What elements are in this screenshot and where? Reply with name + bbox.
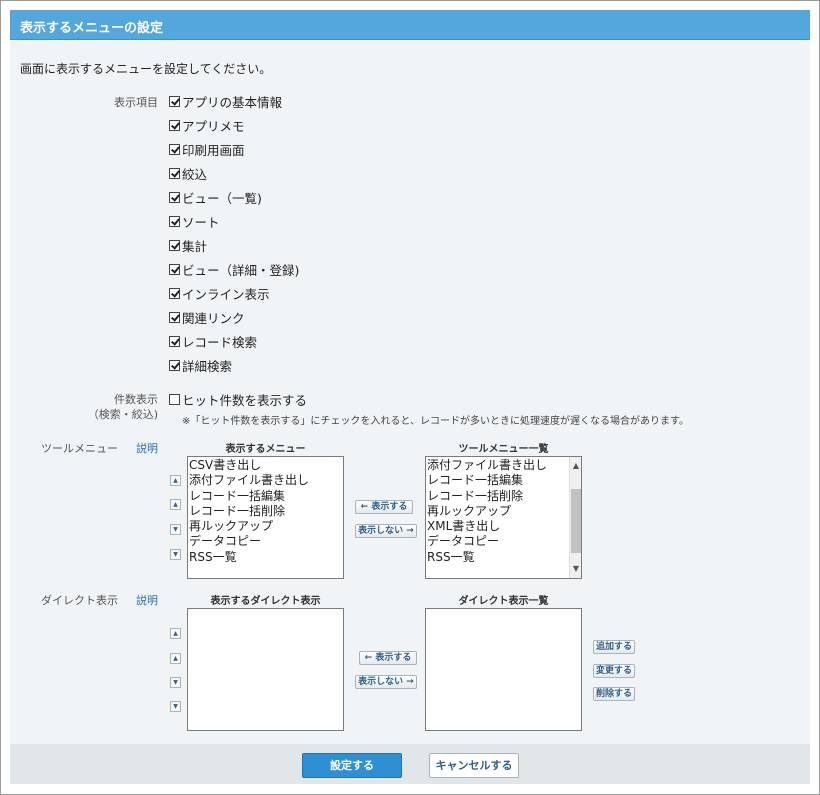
move-top-button[interactable]: ▲ <box>170 475 181 486</box>
display-item-checkbox[interactable] <box>169 287 180 299</box>
display-items-label: 表示項目 <box>114 96 158 109</box>
display-item-label: インライン表示 <box>182 286 270 302</box>
list-option[interactable]: RSS一覧 <box>189 550 342 565</box>
scroll-up-icon[interactable]: ▲ <box>570 459 581 473</box>
display-item-row[interactable]: 印刷用画面 <box>169 139 245 159</box>
tool-menu-available-listbox[interactable]: ▲ ▼ 添付ファイル書き出し レコード一括編集 レコード一括削除 再ルックアップ XML… <box>425 456 582 579</box>
tool-show-button[interactable]: ← 表示する <box>355 500 413 514</box>
move-down-button[interactable]: ▼ <box>170 524 181 535</box>
page-title: 表示するメニューの設定 <box>10 10 810 40</box>
direct-move-top-button[interactable]: ▲ <box>170 628 181 639</box>
display-item-row[interactable]: インライン表示 <box>169 283 270 303</box>
tool-menu-selected-listbox[interactable]: CSV書き出し 添付ファイル書き出し レコード一括編集 レコード一括削除 再ルックアップ… <box>187 456 344 579</box>
hit-count-checkbox[interactable] <box>169 393 180 405</box>
cancel-button[interactable]: キャンセルする <box>429 753 519 778</box>
display-item-label: レコード検索 <box>182 334 258 350</box>
tool-menu-available-title: ツールメニュー一覧 <box>458 444 549 455</box>
display-item-label: ビュー（詳細・登録) <box>182 262 300 278</box>
hit-count-checkbox-row[interactable]: ヒット件数を表示する <box>169 389 307 409</box>
settings-panel: 表示するメニューの設定 画面に表示するメニューを設定してください。 表示項目 ア… <box>10 10 810 784</box>
display-item-checkbox[interactable] <box>169 359 180 371</box>
display-item-label: アプリメモ <box>182 118 245 134</box>
tool-menu-label: ツールメニュー <box>41 442 118 455</box>
display-item-label: 詳細検索 <box>182 358 233 374</box>
list-option[interactable]: 添付ファイル書き出し <box>427 458 580 473</box>
list-option[interactable]: レコード一括編集 <box>189 489 342 504</box>
list-option[interactable]: CSV書き出し <box>189 458 342 473</box>
tool-menu-help-link[interactable]: 説明 <box>136 440 158 456</box>
display-item-checkbox[interactable] <box>169 119 180 131</box>
tool-menu-selected-title: 表示するメニュー <box>225 444 306 455</box>
scroll-down-icon[interactable]: ▼ <box>570 562 581 576</box>
hit-count-note: ※「ヒット件数を表示する」にチェックを入れると、レコードが多いときに処理速度が遅… <box>182 416 689 427</box>
display-item-row[interactable]: アプリメモ <box>169 115 245 135</box>
display-item-label: 印刷用画面 <box>182 142 245 158</box>
direct-display-label: ダイレクト表示 <box>41 594 118 607</box>
display-item-row[interactable]: 絞込 <box>169 163 207 183</box>
list-option[interactable]: 再ルックアップ <box>427 504 580 519</box>
display-item-checkbox[interactable] <box>169 95 180 107</box>
list-option[interactable]: 再ルックアップ <box>189 519 342 534</box>
display-item-checkbox[interactable] <box>169 263 180 275</box>
direct-move-up-button[interactable]: ▲ <box>170 653 181 664</box>
add-button[interactable]: 追加する <box>593 640 635 654</box>
move-bottom-button[interactable]: ▼ <box>170 549 181 560</box>
tool-hide-button[interactable]: 表示しない → <box>355 524 417 538</box>
list-option[interactable]: 添付ファイル書き出し <box>189 473 342 488</box>
list-option[interactable]: データコピー <box>427 534 580 549</box>
display-item-label: ソート <box>182 214 220 230</box>
direct-selected-listbox[interactable] <box>187 608 344 731</box>
display-item-row[interactable]: レコード検索 <box>169 331 257 351</box>
display-item-label: 絞込 <box>182 166 208 182</box>
submit-button[interactable]: 設定する <box>302 753 402 778</box>
direct-available-title: ダイレクト表示一覧 <box>458 596 549 607</box>
list-option[interactable]: レコード一括削除 <box>189 504 342 519</box>
display-item-checkbox[interactable] <box>169 143 180 155</box>
direct-display-help-link[interactable]: 説明 <box>136 592 158 608</box>
display-item-checkbox[interactable] <box>169 167 180 179</box>
direct-available-listbox[interactable] <box>425 608 582 731</box>
display-item-checkbox[interactable] <box>169 239 180 251</box>
count-display-sublabel: （検索・絞込) <box>87 408 158 421</box>
direct-show-button[interactable]: ← 表示する <box>359 651 417 665</box>
display-item-checkbox[interactable] <box>169 215 180 227</box>
display-item-checkbox[interactable] <box>169 191 180 203</box>
list-option[interactable]: XML書き出し <box>427 519 580 534</box>
list-option[interactable]: レコード一括編集 <box>427 473 580 488</box>
display-item-row[interactable]: 関連リンク <box>169 307 245 327</box>
display-item-label: 集計 <box>182 238 208 254</box>
display-item-row[interactable]: 集計 <box>169 235 207 255</box>
display-item-row[interactable]: ソート <box>169 211 220 231</box>
list-option[interactable]: RSS一覧 <box>427 550 580 565</box>
change-button[interactable]: 変更する <box>593 664 635 678</box>
description: 画面に表示するメニューを設定してください。 <box>20 62 272 76</box>
direct-move-down-button[interactable]: ▼ <box>170 677 181 688</box>
delete-button[interactable]: 削除する <box>593 687 635 701</box>
direct-move-bottom-button[interactable]: ▼ <box>170 701 181 712</box>
display-item-row[interactable]: ビュー（一覧) <box>169 187 262 207</box>
direct-hide-button[interactable]: 表示しない → <box>355 675 417 689</box>
display-item-row[interactable]: アプリの基本情報 <box>169 91 282 111</box>
listbox-scrollbar[interactable]: ▲ ▼ <box>569 457 581 578</box>
footer-bar: 設定する キャンセルする <box>10 744 810 784</box>
display-item-row[interactable]: ビュー（詳細・登録) <box>169 259 299 279</box>
display-item-checkbox[interactable] <box>169 335 180 347</box>
display-item-label: ビュー（一覧) <box>182 190 262 206</box>
display-item-row[interactable]: 詳細検索 <box>169 355 232 375</box>
hit-count-checkbox-label: ヒット件数を表示する <box>182 392 308 408</box>
display-item-label: 関連リンク <box>182 310 245 326</box>
move-up-button[interactable]: ▲ <box>170 499 181 510</box>
display-item-label: アプリの基本情報 <box>182 94 283 110</box>
direct-selected-title: 表示するダイレクト表示 <box>210 596 321 607</box>
count-display-label: 件数表示 <box>114 393 158 406</box>
list-option[interactable]: レコード一括削除 <box>427 489 580 504</box>
list-option[interactable]: データコピー <box>189 534 342 549</box>
scroll-thumb[interactable] <box>571 489 581 553</box>
display-item-checkbox[interactable] <box>169 311 180 323</box>
